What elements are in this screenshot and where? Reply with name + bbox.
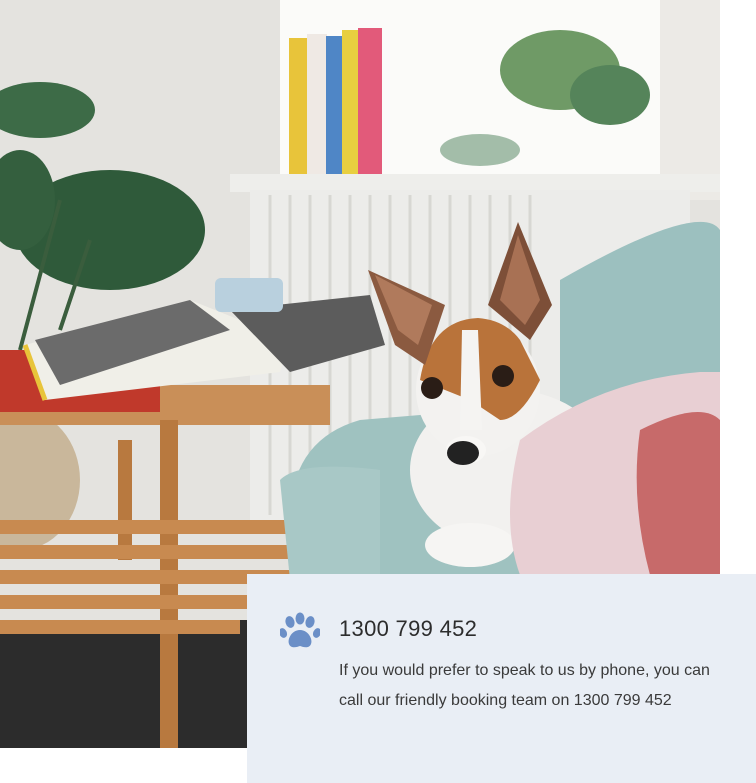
phone-number-heading[interactable]: 1300 799 452	[339, 616, 477, 642]
paw-icon	[278, 612, 322, 652]
contact-description: If you would prefer to speak to us by ph…	[339, 662, 710, 709]
contact-card: 1300 799 452 If you would prefer to spea…	[247, 574, 756, 783]
